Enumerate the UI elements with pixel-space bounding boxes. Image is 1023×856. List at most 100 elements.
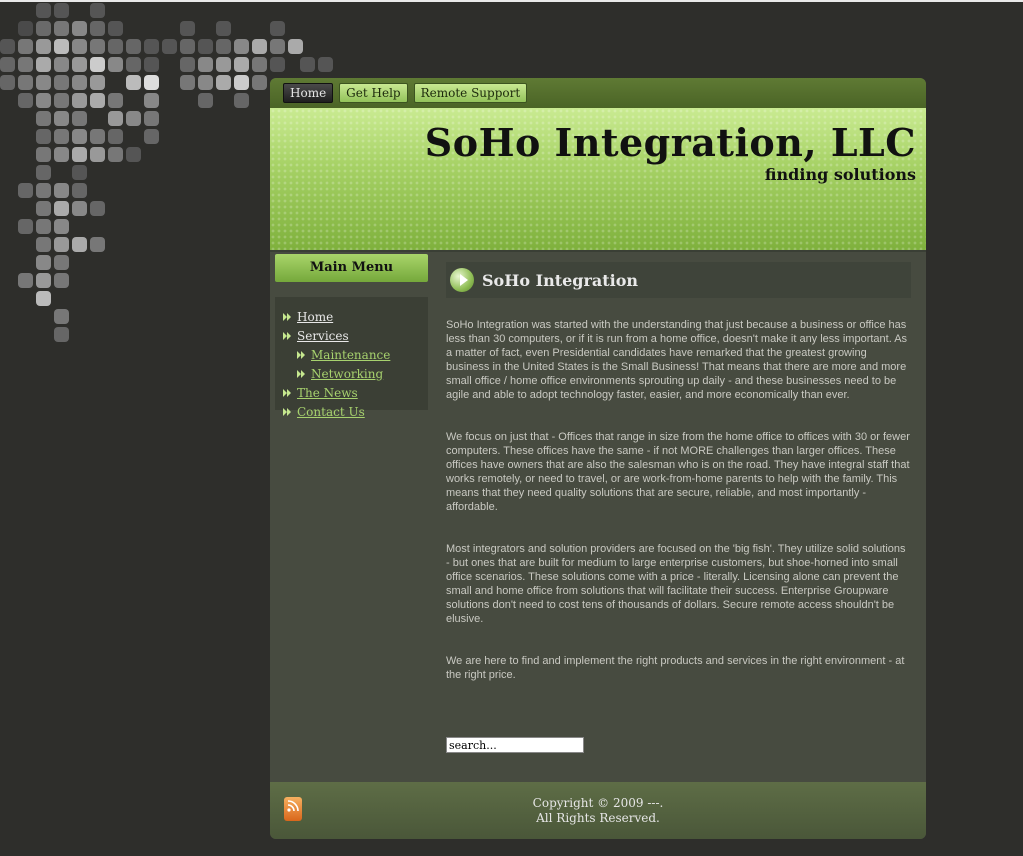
decorative-dot — [36, 201, 51, 216]
decorative-dot — [54, 255, 69, 270]
decorative-dot — [90, 93, 105, 108]
decorative-dot — [36, 183, 51, 198]
decorative-dot — [36, 237, 51, 252]
decorative-dot — [18, 57, 33, 72]
decorative-dot — [234, 39, 249, 54]
decorative-dot — [198, 39, 213, 54]
nav-tab-remote-support[interactable]: Remote Support — [413, 83, 528, 103]
decorative-dot — [90, 57, 105, 72]
decorative-dot — [252, 75, 267, 90]
decorative-dot — [270, 39, 285, 54]
sidebar-item-home[interactable]: Home — [275, 307, 428, 326]
decorative-dot — [36, 21, 51, 36]
sidebar-item-label: The News — [297, 385, 358, 400]
decorative-dot — [108, 147, 123, 162]
decorative-dot — [72, 75, 87, 90]
page-container: Home Get Help Remote Support SoHo Integr… — [270, 78, 926, 839]
nav-tab-get-help[interactable]: Get Help — [339, 83, 408, 103]
decorative-dot — [72, 165, 87, 180]
double-chevron-right-icon — [297, 369, 305, 378]
content-paragraph: We are here to find and implement the ri… — [446, 655, 905, 681]
decorative-dot — [54, 183, 69, 198]
sidebar-item-maintenance[interactable]: Maintenance — [275, 345, 428, 364]
decorative-dot — [126, 75, 141, 90]
decorative-dot — [54, 327, 69, 342]
decorative-dot — [144, 129, 159, 144]
decorative-dot — [72, 21, 87, 36]
decorative-dot — [18, 273, 33, 288]
decorative-dot — [234, 93, 249, 108]
decorative-dot — [126, 57, 141, 72]
decorative-dot — [162, 39, 177, 54]
copyright-line: Copyright © 2009 ---. — [532, 796, 664, 810]
decorative-dot — [144, 57, 159, 72]
decorative-dot — [36, 3, 51, 18]
decorative-dot — [36, 165, 51, 180]
decorative-dot — [36, 255, 51, 270]
decorative-dot — [300, 57, 315, 72]
decorative-dot — [180, 57, 195, 72]
content-paragraph: Most integrators and solution providers … — [446, 543, 906, 625]
decorative-dot — [90, 75, 105, 90]
decorative-dot — [198, 57, 213, 72]
decorative-dot — [54, 21, 69, 36]
decorative-dot — [90, 39, 105, 54]
decorative-dot — [18, 93, 33, 108]
sidebar-item-contact-us[interactable]: Contact Us — [275, 402, 428, 421]
decorative-dot — [54, 147, 69, 162]
decorative-dot — [108, 21, 123, 36]
decorative-dot — [126, 147, 141, 162]
decorative-dot — [54, 111, 69, 126]
double-chevron-right-icon — [283, 331, 291, 340]
decorative-dot — [144, 93, 159, 108]
main-content: SoHo Integration SoHo Integration was st… — [446, 262, 911, 682]
decorative-dot — [252, 39, 267, 54]
decorative-dot — [0, 75, 15, 90]
decorative-dot — [216, 39, 231, 54]
site-tagline: finding solutions — [764, 165, 916, 184]
decorative-dot — [36, 93, 51, 108]
decorative-dot — [36, 291, 51, 306]
decorative-dot — [270, 21, 285, 36]
decorative-dot — [72, 111, 87, 126]
double-chevron-right-icon — [283, 388, 291, 397]
sidebar-item-label: Contact Us — [297, 404, 365, 419]
decorative-dot — [54, 237, 69, 252]
content-heading: SoHo Integration — [446, 262, 911, 298]
sidebar-item-services[interactable]: Services — [275, 326, 428, 345]
double-chevron-right-icon — [283, 407, 291, 416]
arrow-circle-icon — [450, 268, 474, 292]
decorative-dot — [108, 129, 123, 144]
decorative-dot — [72, 201, 87, 216]
double-chevron-right-icon — [283, 312, 291, 321]
sidebar-item-networking[interactable]: Networking — [275, 364, 428, 383]
decorative-dot — [18, 21, 33, 36]
decorative-dot — [90, 237, 105, 252]
decorative-dot — [144, 111, 159, 126]
nav-tab-home[interactable]: Home — [283, 83, 334, 103]
header-banner: SoHo Integration, LLC finding solutions — [270, 108, 926, 252]
decorative-dot — [318, 57, 333, 72]
decorative-dot — [90, 201, 105, 216]
decorative-dot — [72, 57, 87, 72]
decorative-dot — [198, 93, 213, 108]
decorative-dot — [108, 39, 123, 54]
decorative-dot — [36, 129, 51, 144]
main-menu-title: Main Menu — [275, 254, 428, 282]
sidebar-item-label: Services — [297, 328, 349, 343]
main-menu: Home Services Maintenance Networking The… — [275, 297, 428, 419]
decorative-dot — [90, 129, 105, 144]
decorative-dot — [54, 3, 69, 18]
sidebar-item-the-news[interactable]: The News — [275, 383, 428, 402]
decorative-dot — [270, 57, 285, 72]
decorative-dot — [108, 111, 123, 126]
decorative-dot — [216, 57, 231, 72]
decorative-dot — [54, 57, 69, 72]
decorative-dot — [216, 75, 231, 90]
search-input[interactable] — [446, 737, 584, 753]
decorative-dot — [72, 237, 87, 252]
sidebar-item-label: Maintenance — [311, 347, 391, 362]
content-title: SoHo Integration — [482, 270, 639, 290]
decorative-dot — [126, 111, 141, 126]
decorative-dot — [54, 129, 69, 144]
